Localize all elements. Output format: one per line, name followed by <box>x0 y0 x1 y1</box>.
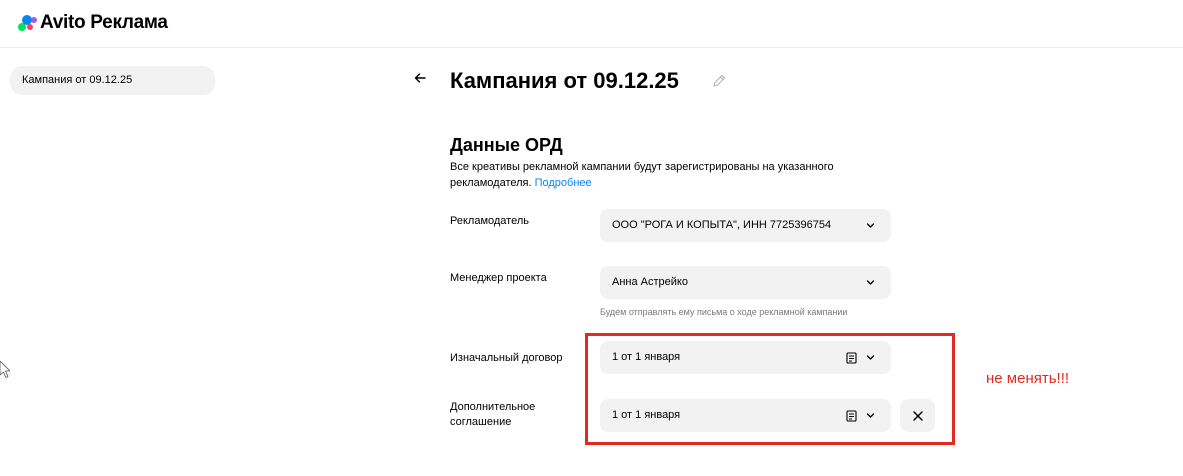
initial-contract-label: Изначальный договор <box>450 352 563 364</box>
page-title: Кампания от 09.12.25 <box>450 68 679 93</box>
manager-select[interactable]: Анна Астрейко <box>600 266 891 299</box>
section-title-ord: Данные ОРД <box>450 135 563 155</box>
chevron-down-icon <box>866 280 875 285</box>
advertiser-value: ООО "РОГА И КОПЫТА", ИНН 7725396754 <box>612 219 832 231</box>
chevron-down-icon <box>866 223 875 228</box>
advertiser-label: Рекламодатель <box>450 215 529 227</box>
annotation-text: не менять!!! <box>986 370 1070 387</box>
logo-text: Avito Реклама <box>40 12 168 33</box>
manager-label: Менеджер проекта <box>450 272 547 284</box>
back-button[interactable] <box>414 71 426 89</box>
advertiser-select[interactable]: ООО "РОГА И КОПЫТА", ИНН 7725396754 <box>600 209 891 242</box>
manager-value: Анна Астрейко <box>612 276 688 288</box>
arrow-left-icon <box>414 73 426 83</box>
sidebar-item-campaign[interactable]: Кампания от 09.12.25 <box>10 66 215 95</box>
more-link[interactable]: Подробнее <box>535 177 592 189</box>
section-description-text: Все креативы рекламной кампании будут за… <box>450 161 834 189</box>
additional-agreement-label: Дополнительное соглашение <box>450 401 536 428</box>
section-description: Все креативы рекламной кампании будут за… <box>450 159 880 191</box>
logo-dots-icon <box>18 14 38 32</box>
mouse-cursor-icon <box>0 361 10 378</box>
top-bar: Avito Реклама <box>0 0 1183 48</box>
manager-hint: Будем отправлять ему письма о ходе рекла… <box>600 307 848 317</box>
pencil-icon[interactable] <box>712 74 726 93</box>
avito-logo[interactable]: Avito Реклама <box>18 12 168 34</box>
annotation-highlight-box <box>585 333 955 445</box>
